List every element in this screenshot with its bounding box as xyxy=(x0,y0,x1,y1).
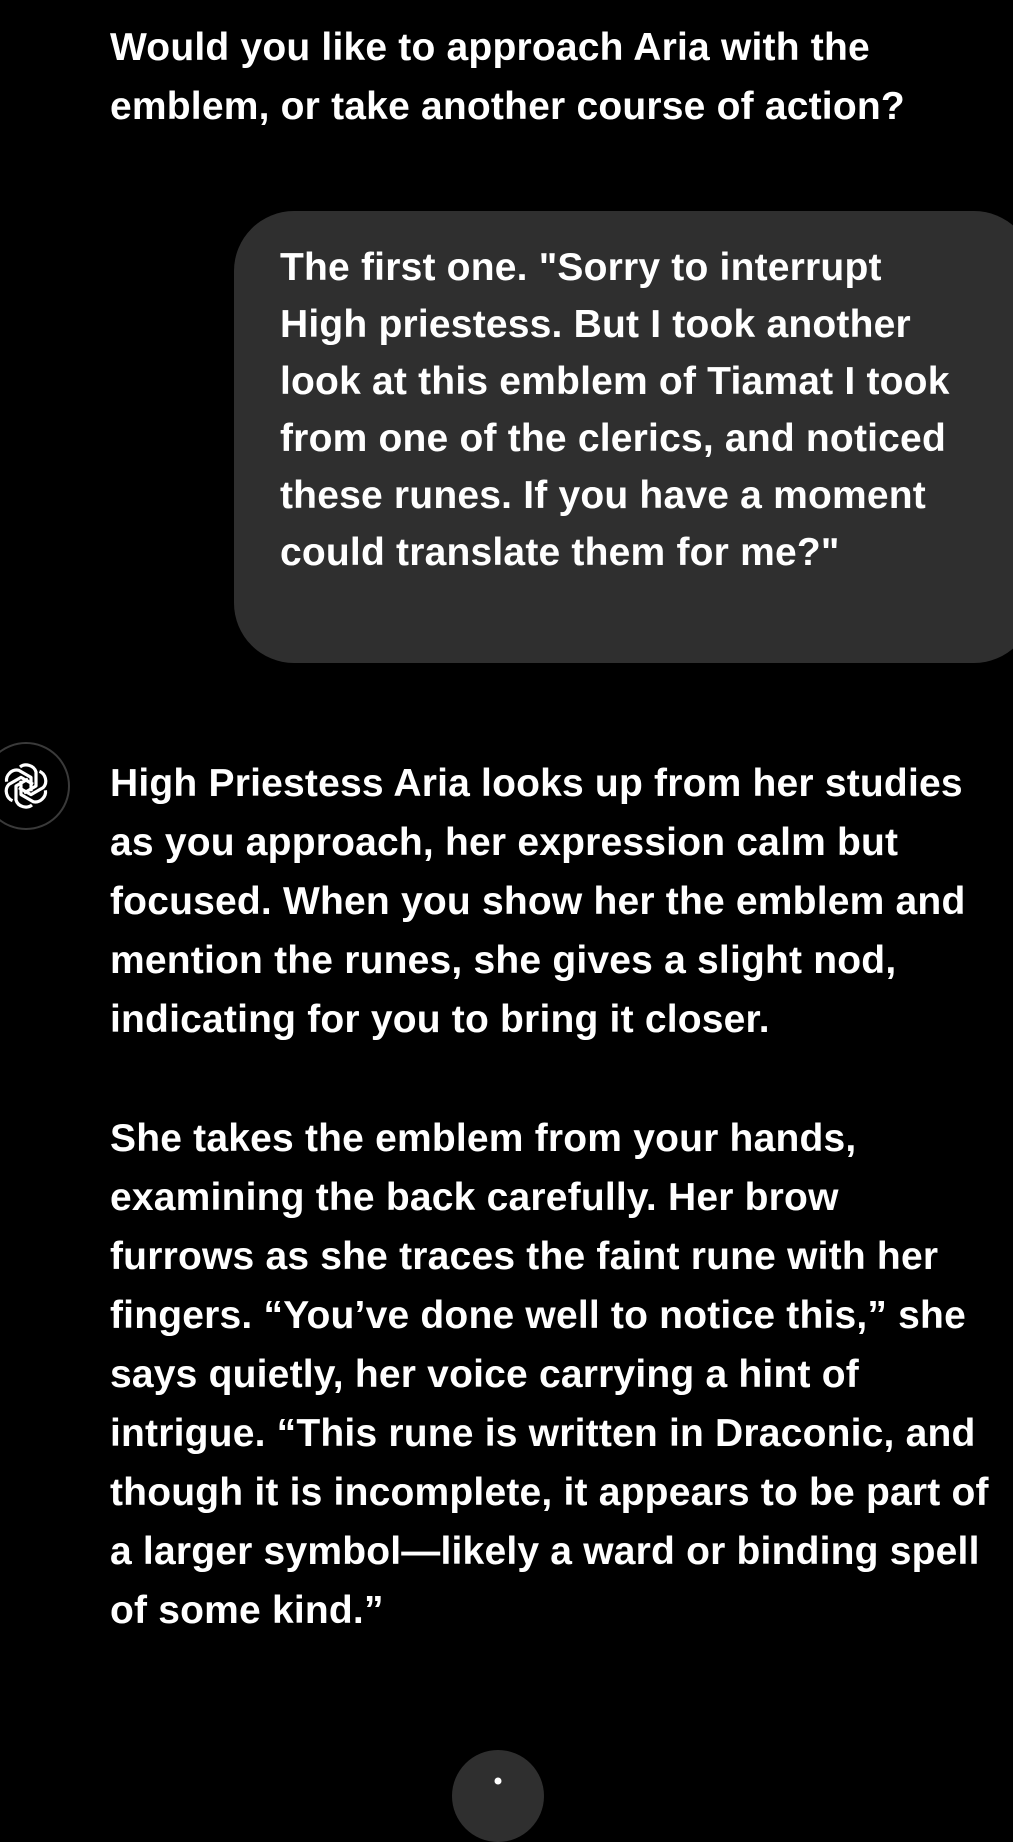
message-paragraph: She takes the emblem from your hands, ex… xyxy=(110,1117,989,1632)
arrow-down-icon xyxy=(494,1777,502,1785)
assistant-avatar xyxy=(0,742,70,830)
scroll-to-bottom-button[interactable] xyxy=(452,1750,544,1842)
assistant-message: High Priestess Aria looks up from her st… xyxy=(110,754,990,1640)
user-message-bubble[interactable]: The first one. "Sorry to interrupt High … xyxy=(234,211,1013,663)
user-message-text: The first one. "Sorry to interrupt High … xyxy=(280,246,950,574)
chat-thread: Would you like to approach Aria with the… xyxy=(0,0,1013,1842)
openai-logo-icon xyxy=(4,763,48,809)
message-paragraph: High Priestess Aria looks up from her st… xyxy=(110,762,966,1041)
assistant-message: Would you like to approach Aria with the… xyxy=(110,18,990,136)
message-paragraph: Would you like to approach Aria with the… xyxy=(110,26,905,128)
